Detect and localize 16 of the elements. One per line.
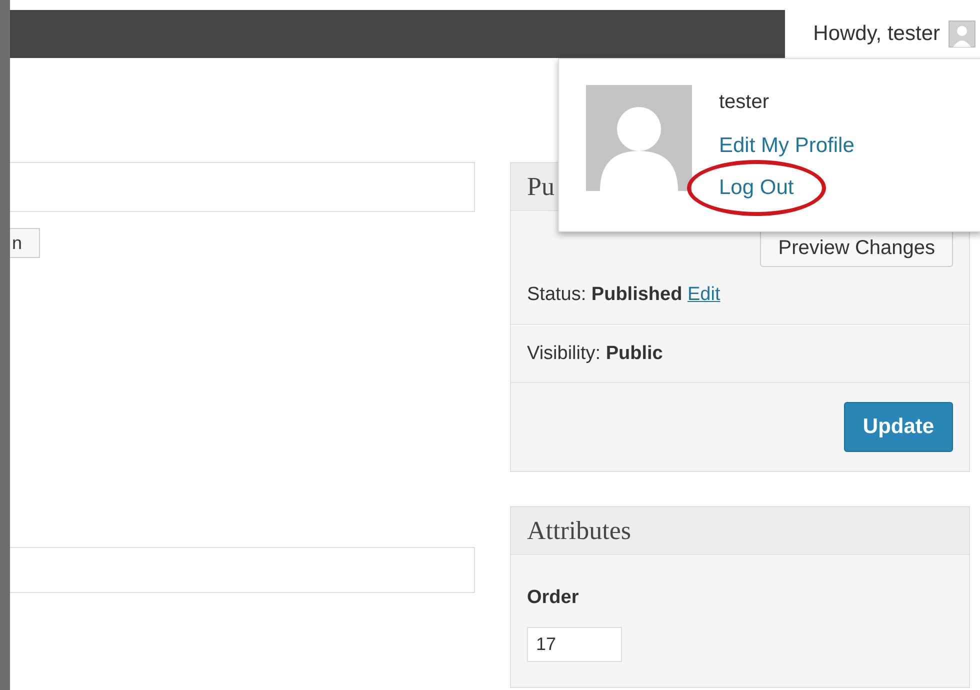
order-field[interactable]: 17 bbox=[527, 626, 622, 662]
menu-link[interactable]: Log Out bbox=[687, 160, 826, 216]
edit-link[interactable]: Edit bbox=[688, 284, 720, 305]
text-field[interactable] bbox=[10, 547, 475, 593]
username-text: tester bbox=[719, 90, 770, 115]
title-field[interactable] bbox=[10, 162, 475, 212]
panel-title: Attributes bbox=[527, 515, 631, 547]
edit-button[interactable]: n bbox=[10, 228, 40, 258]
avatar-icon bbox=[948, 20, 976, 48]
status-text: Status: Published Edit bbox=[527, 283, 722, 307]
order-label: Order bbox=[527, 587, 579, 608]
update-button[interactable]: Update bbox=[844, 402, 953, 452]
visibility-text: Visibility: Public bbox=[527, 342, 664, 366]
avatar-icon bbox=[586, 85, 692, 191]
panel-title: Pu bbox=[527, 171, 554, 203]
greeting-text: Howdy, tester bbox=[813, 21, 940, 48]
